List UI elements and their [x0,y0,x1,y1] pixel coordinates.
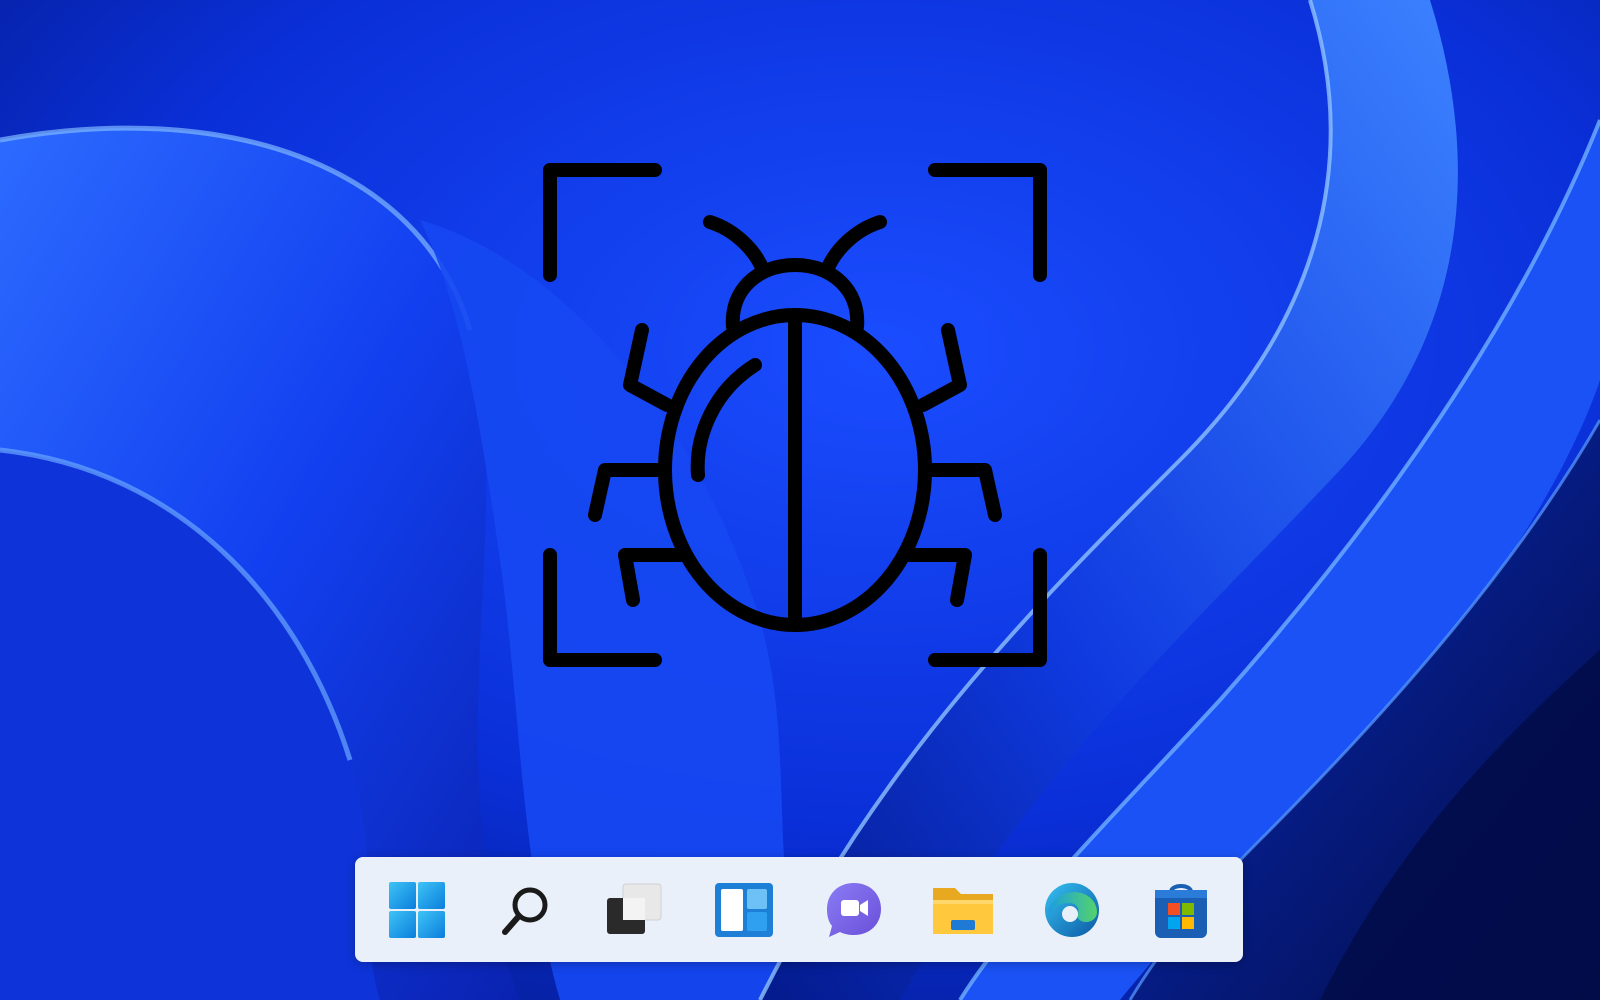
scan-corner-top-left [543,163,662,282]
scan-corner-bottom-right [928,548,1047,667]
file-explorer-icon [932,887,993,934]
teams-chat-button[interactable] [816,872,892,948]
widgets-button[interactable] [706,872,782,948]
teams-chat-icon [826,882,881,937]
start-button[interactable] [379,872,455,948]
bug-scan-icon [543,163,1047,667]
windows-logo-icon [389,881,445,938]
widgets-icon [715,882,774,937]
task-view-icon [607,883,662,934]
search-button[interactable] [488,872,564,948]
file-explorer-button[interactable] [925,872,1001,948]
microsoft-store-icon [1154,883,1207,938]
microsoft-store-button[interactable] [1143,872,1219,948]
edge-button[interactable] [1034,872,1110,948]
edge-icon [1044,882,1099,937]
scan-corner-bottom-left [543,548,662,667]
task-view-button[interactable] [597,872,673,948]
taskbar [355,857,1243,962]
scan-corner-top-right [928,163,1047,282]
search-icon [502,887,548,935]
desktop [0,0,1600,1000]
